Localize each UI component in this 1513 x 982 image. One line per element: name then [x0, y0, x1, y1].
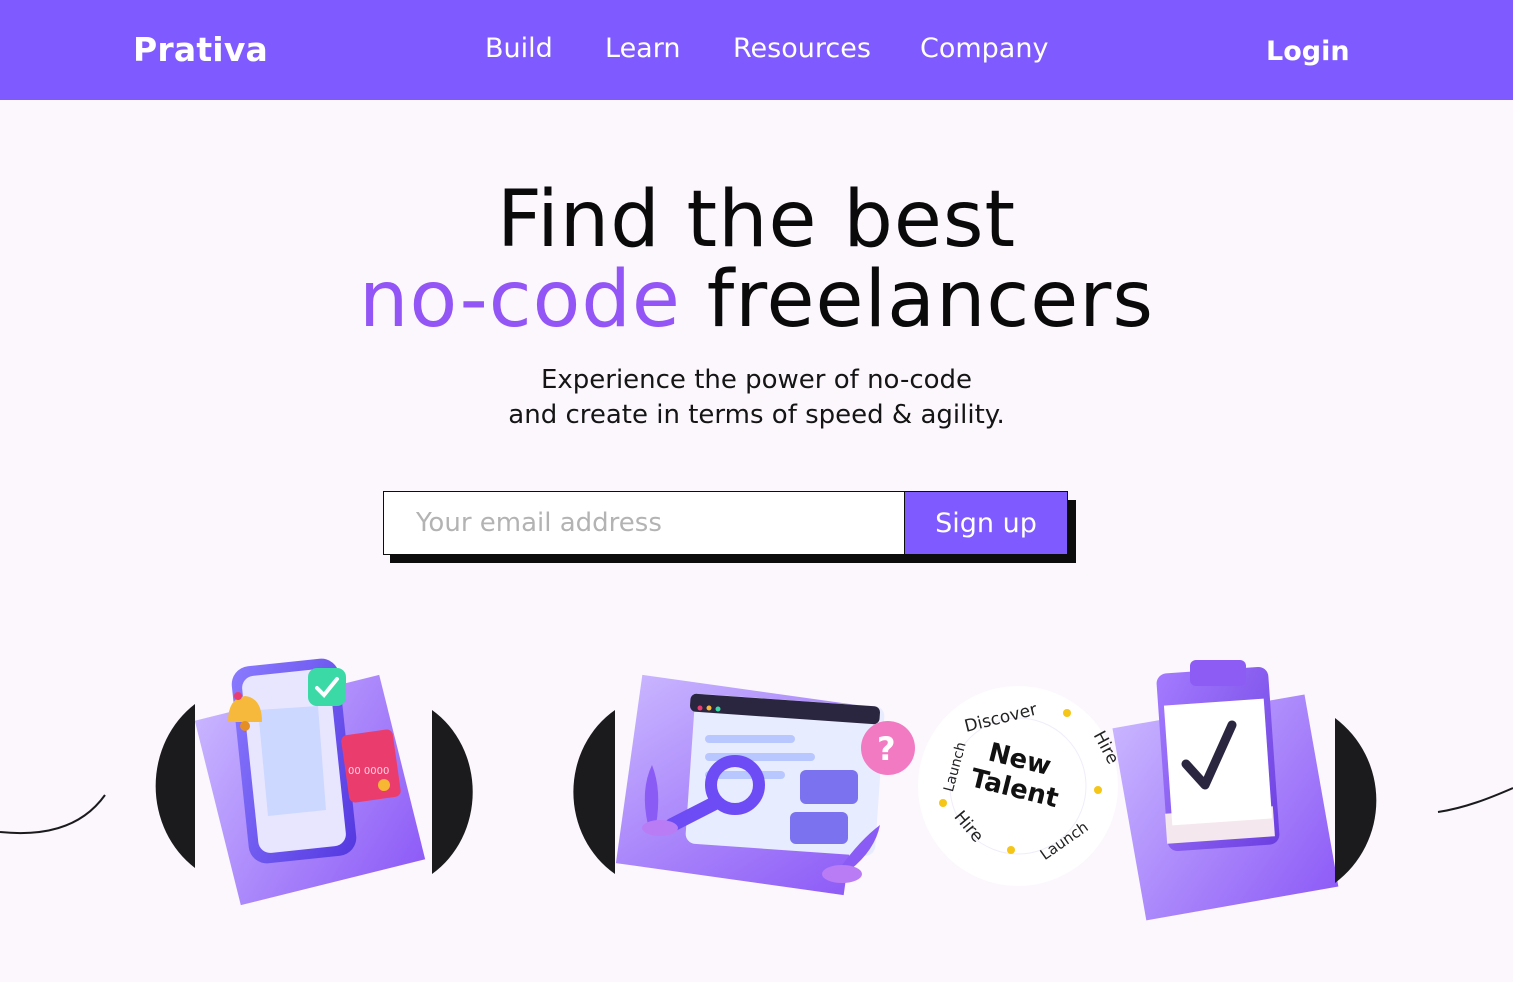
- left-wire: [0, 794, 106, 835]
- half-disc-4: [1335, 718, 1377, 883]
- hero-title-rest: freelancers: [706, 255, 1154, 345]
- email-field[interactable]: [383, 491, 905, 555]
- nav-link-learn[interactable]: Learn: [605, 33, 680, 64]
- hero-title: Find the best no-code freelancers: [0, 180, 1513, 340]
- browser-search-tile: ?: [615, 674, 915, 896]
- credit-card-icon: 00 0000: [341, 729, 401, 803]
- brand-logo[interactable]: Prativa: [133, 30, 268, 69]
- top-navbar: Prativa Build Learn Resources Company Lo…: [0, 0, 1513, 100]
- half-disc-2: [432, 710, 473, 874]
- new-talent-badge: New Talent Discover Hire Launch Hire Lau…: [918, 686, 1123, 886]
- hero-illustration: 00 0000 ? New Talent Discover Hire Launc…: [0, 658, 1513, 921]
- hero-subtitle-line2: and create in terms of speed & agility.: [508, 400, 1005, 430]
- half-disc-1: [155, 704, 195, 868]
- nav-link-resources[interactable]: Resources: [733, 33, 871, 64]
- half-disc-3: [573, 710, 615, 874]
- clipboard-tile: [1112, 660, 1339, 921]
- svg-text:00 0000: 00 0000: [348, 766, 389, 777]
- phone-payment-tile: 00 0000: [194, 658, 426, 906]
- nav-link-build[interactable]: Build: [485, 33, 553, 64]
- hero-title-accent: no-code: [359, 255, 681, 345]
- nav-link-company[interactable]: Company: [920, 33, 1048, 64]
- svg-text:?: ?: [877, 730, 896, 768]
- signup-button[interactable]: Sign up: [904, 491, 1068, 555]
- right-wire: [1437, 787, 1513, 813]
- login-link[interactable]: Login: [1266, 36, 1350, 67]
- hero-subtitle-line1: Experience the power of no-code: [540, 365, 973, 395]
- question-icon: ?: [861, 721, 915, 775]
- check-icon: [308, 668, 346, 706]
- hero-subtitle: Experience the power of no-code and crea…: [0, 363, 1513, 433]
- hero-title-line1: Find the best: [496, 175, 1017, 265]
